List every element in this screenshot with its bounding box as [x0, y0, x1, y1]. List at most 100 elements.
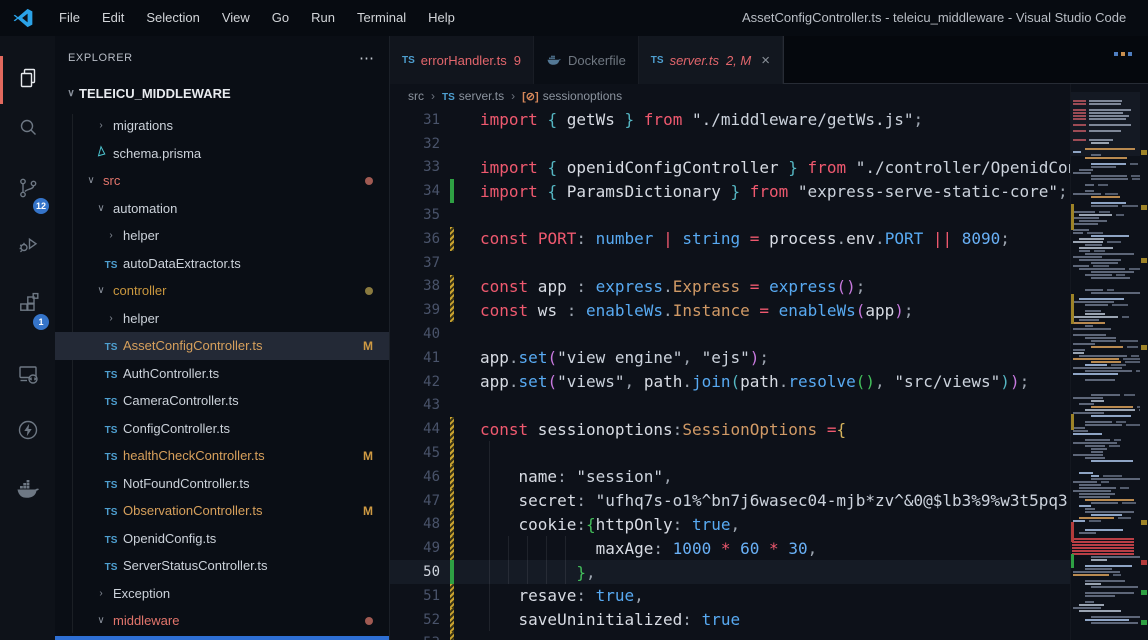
tree-item-label: Exception	[113, 586, 170, 601]
code-line-34[interactable]: 34import { ParamsDictionary } from "expr…	[390, 179, 1070, 203]
minimap-line	[1085, 289, 1103, 291]
tree-item-OpenidConfig.ts[interactable]: TSOpenidConfig.ts	[55, 525, 389, 553]
ruler-mark	[1141, 258, 1147, 263]
code-line-45[interactable]: 45	[390, 441, 1070, 465]
menu-edit[interactable]: Edit	[91, 0, 135, 36]
breadcrumb-server.ts[interactable]: TSserver.ts	[442, 89, 504, 103]
activity-docker[interactable]	[0, 468, 55, 516]
close-icon[interactable]: ×	[761, 53, 770, 68]
code-line-42[interactable]: 42app.set("views", path.join(path.resolv…	[390, 370, 1070, 394]
activity-remote-explorer[interactable]	[0, 352, 55, 400]
minimap-line	[1079, 604, 1104, 606]
more-actions-icon[interactable]: ⋯	[359, 49, 375, 67]
menu-terminal[interactable]: Terminal	[346, 0, 417, 36]
minimap-line	[1105, 193, 1118, 195]
code-line-41[interactable]: 41app.set("view engine", "ejs");	[390, 346, 1070, 370]
minimap-line	[1085, 379, 1115, 381]
git-modified-badge: M	[363, 339, 373, 353]
code-line-44[interactable]: 44const sessionoptions:SessionOptions ={	[390, 417, 1070, 441]
typescript-file-icon: TS	[442, 89, 455, 103]
code-line-51[interactable]: 51 resave: true,	[390, 584, 1070, 608]
minimap-gutter-mark	[1071, 522, 1074, 542]
activity-explorer[interactable]	[0, 56, 55, 104]
code-line-37[interactable]: 37	[390, 251, 1070, 275]
code-line-47[interactable]: 47 secret: "ufhq7s-o1%^bn7j6wasec04-mjb*…	[390, 489, 1070, 513]
project-root-row[interactable]: ∨ TELEICU_MIDDLEWARE	[55, 80, 389, 106]
code-line-31[interactable]: 31import { getWs } from "./middleware/ge…	[390, 108, 1070, 132]
minimap-line	[1109, 445, 1120, 447]
tab-errorhandler-ts[interactable]: TSerrorHandler.ts9	[390, 36, 534, 84]
minimap-line	[1073, 454, 1103, 456]
tree-item-controller[interactable]: ∨controller	[55, 277, 389, 305]
tab-server-ts[interactable]: TSserver.ts2, M×	[639, 36, 783, 84]
tree-item-middleware[interactable]: ∨middleware	[55, 607, 389, 635]
ruler-mark	[1141, 520, 1147, 525]
menu-run[interactable]: Run	[300, 0, 346, 36]
code-line-50[interactable]: 50 },	[390, 560, 1070, 584]
code-line-32[interactable]: 32	[390, 132, 1070, 156]
tree-item-schema.prisma[interactable]: schema.prisma	[55, 140, 389, 168]
minimap-line	[1073, 349, 1085, 351]
menu-file[interactable]: File	[48, 0, 91, 36]
code-line-33[interactable]: 33import { openidConfigController } from…	[390, 156, 1070, 180]
overview-ruler[interactable]	[1140, 84, 1148, 640]
menu-go[interactable]: Go	[261, 0, 300, 36]
tree-item-automation[interactable]: ∨automation	[55, 195, 389, 223]
activity-thunder-client[interactable]	[0, 408, 55, 456]
code-line-52[interactable]: 52 saveUninitialized: true	[390, 608, 1070, 632]
tree-item-ObservationController.ts[interactable]: TSObservationController.tsM	[55, 497, 389, 525]
tree-item-Exception[interactable]: ›Exception	[55, 580, 389, 608]
line-number: 48	[390, 516, 440, 532]
tab-label: Dockerfile	[568, 53, 626, 68]
line-number: 35	[390, 207, 440, 223]
activity-source-control[interactable]: 12	[0, 166, 55, 214]
menu-help[interactable]: Help	[417, 0, 466, 36]
breadcrumb-src[interactable]: src	[408, 89, 424, 103]
minimap-line	[1091, 262, 1118, 264]
code-line-46[interactable]: 46 name: "session",	[390, 465, 1070, 489]
tree-item-CameraController.ts[interactable]: TSCameraController.ts	[55, 387, 389, 415]
minimap-line	[1091, 400, 1104, 402]
tree-item-autoDataExtractor.ts[interactable]: TSautoDataExtractor.ts	[55, 250, 389, 278]
explorer-header: EXPLORER ⋯	[55, 36, 389, 80]
activity-search[interactable]	[0, 106, 55, 154]
tree-item-label: AssetConfigController.ts	[123, 338, 262, 353]
minimap-line	[1085, 274, 1112, 276]
tree-item-AssetConfigController.ts[interactable]: TSAssetConfigController.tsM	[55, 332, 389, 360]
minimap-line	[1073, 118, 1086, 120]
menu-selection[interactable]: Selection	[135, 0, 210, 36]
tree-item-helper[interactable]: ›helper	[55, 222, 389, 250]
minimap-line	[1085, 184, 1094, 186]
code-line-49[interactable]: 49 maxAge: 1000 * 60 * 30,	[390, 536, 1070, 560]
code-line-36[interactable]: 36const PORT: number | string = process.…	[390, 227, 1070, 251]
tree-item-NotFoundController.ts[interactable]: TSNotFoundController.ts	[55, 470, 389, 498]
code-line-35[interactable]: 35	[390, 203, 1070, 227]
tree-item-AuthController.ts[interactable]: TSAuthController.ts	[55, 360, 389, 388]
code-line-53[interactable]: 53	[390, 632, 1070, 640]
code-line-38[interactable]: 38const app : express.Express = express(…	[390, 275, 1070, 299]
tree-item-migrations[interactable]: ›migrations	[55, 112, 389, 140]
tree-item-src[interactable]: ∨src	[55, 167, 389, 195]
tree-item-helper[interactable]: ›helper	[55, 305, 389, 333]
code-line-48[interactable]: 48 cookie:{httpOnly: true,	[390, 513, 1070, 537]
tree-item-healthCheckController.ts[interactable]: TShealthCheckController.tsM	[55, 442, 389, 470]
minimap-line	[1091, 448, 1107, 450]
tree-item-ServerStatusController.ts[interactable]: TSServerStatusController.ts	[55, 552, 389, 580]
menu-view[interactable]: View	[211, 0, 261, 36]
code-editor[interactable]: 31import { getWs } from "./middleware/ge…	[390, 108, 1070, 640]
gutter-mod-indicator	[450, 489, 454, 513]
code-line-39[interactable]: 39const ws : enableWs.Instance = enableW…	[390, 298, 1070, 322]
activity-run-debug[interactable]	[0, 222, 55, 270]
minimap-line	[1085, 529, 1123, 531]
minimap-line	[1073, 229, 1089, 231]
minimap-line	[1125, 361, 1141, 363]
tree-item-ConfigController.ts[interactable]: TSConfigController.ts	[55, 415, 389, 443]
code-line-43[interactable]: 43	[390, 394, 1070, 418]
minimap-line	[1089, 130, 1121, 132]
activity-extensions[interactable]: 1	[0, 282, 55, 330]
typescript-file-icon: TS	[103, 448, 119, 463]
code-line-40[interactable]: 40	[390, 322, 1070, 346]
breadcrumb-sessionoptions[interactable]: [⊘]sessionoptions	[522, 89, 622, 103]
minimap[interactable]	[1070, 84, 1141, 640]
tab-dockerfile[interactable]: Dockerfile	[534, 36, 639, 84]
